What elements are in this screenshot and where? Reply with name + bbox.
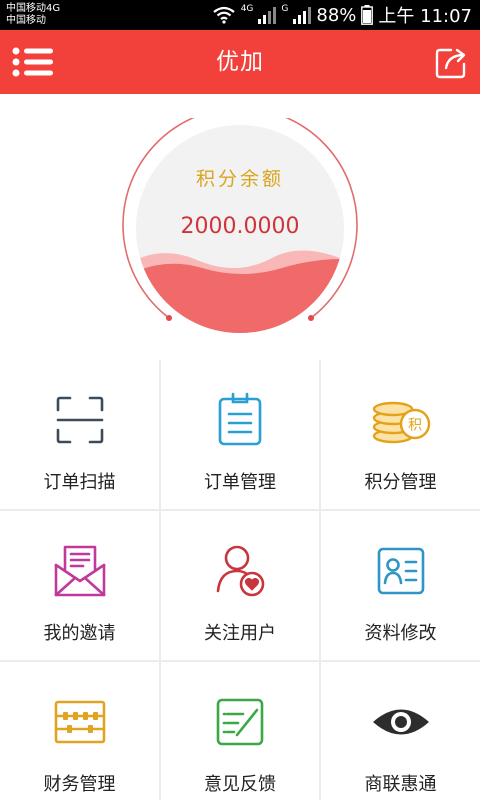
scan-icon bbox=[56, 396, 103, 444]
menu-item-label: 订单管理 bbox=[204, 472, 276, 493]
network-g-label: G bbox=[281, 4, 289, 14]
abacus-icon bbox=[54, 700, 105, 744]
menu-item-label: 意见反馈 bbox=[204, 774, 276, 795]
menu-item-label: 积分管理 bbox=[364, 472, 437, 493]
menu-item-order-manage[interactable]: 订单管理 bbox=[161, 360, 319, 509]
status-indicators: 4G G 88% 上午 11:07 bbox=[212, 2, 472, 28]
coins-icon: 积 bbox=[372, 401, 430, 444]
menu-item-points-manage[interactable]: 积 积分管理 bbox=[321, 360, 480, 509]
signal-icon-2 bbox=[293, 7, 312, 24]
menu-item-my-invites[interactable]: 我的邀请 bbox=[0, 511, 159, 660]
menu-item-label: 资料修改 bbox=[364, 623, 437, 644]
menu-item-label: 商联惠通 bbox=[364, 774, 437, 795]
menu-item-merchant-union[interactable]: 商联惠通 bbox=[321, 662, 480, 800]
menu-item-label: 订单扫描 bbox=[43, 472, 116, 493]
network-4g-label: 4G bbox=[240, 4, 254, 14]
share-icon[interactable] bbox=[434, 46, 468, 80]
menu-item-label: 我的邀请 bbox=[43, 623, 116, 644]
menu-item-label: 关注用户 bbox=[204, 623, 276, 644]
clock: 上午 11:07 bbox=[378, 6, 472, 27]
coin-badge-text: 积 bbox=[408, 418, 422, 434]
menu-item-order-scan[interactable]: 订单扫描 bbox=[0, 360, 159, 509]
title-bar: 优加 bbox=[0, 30, 480, 94]
carrier-line-1: 中国移动4G bbox=[6, 3, 61, 14]
user-heart-icon bbox=[216, 545, 265, 597]
carrier-line-2: 中国移动 bbox=[6, 15, 46, 26]
id-card-icon bbox=[377, 547, 424, 595]
balance-panel: 积分余额 2000.0000 bbox=[0, 94, 480, 360]
wifi-icon bbox=[213, 6, 235, 24]
status-bar: 中国移动4G 中国移动 4G G 88% 上午 11:07 bbox=[0, 0, 480, 30]
battery-icon bbox=[361, 5, 374, 25]
menu-item-feedback[interactable]: 意见反馈 bbox=[161, 662, 319, 800]
page-title: 优加 bbox=[216, 49, 264, 75]
clipboard-icon bbox=[218, 392, 262, 446]
balance-value: 2000.0000 bbox=[180, 214, 300, 239]
menu-grid: 订单扫描 订单管理 积 积分管理 我的邀请 关注用户 资料修改 财务管理 意见反… bbox=[0, 360, 480, 800]
menu-item-follow-users[interactable]: 关注用户 bbox=[161, 511, 319, 660]
carrier-info: 中国移动4G 中国移动 bbox=[6, 3, 60, 27]
eye-icon bbox=[372, 709, 429, 735]
feedback-icon bbox=[216, 698, 264, 746]
menu-item-label: 财务管理 bbox=[43, 774, 116, 795]
balance-label: 积分余额 bbox=[195, 168, 284, 190]
menu-item-finance-manage[interactable]: 财务管理 bbox=[0, 662, 159, 800]
battery-percent: 88% bbox=[316, 4, 357, 26]
envelope-icon bbox=[54, 545, 105, 597]
signal-icon-1 bbox=[258, 7, 277, 24]
menu-item-profile-edit[interactable]: 资料修改 bbox=[321, 511, 480, 660]
